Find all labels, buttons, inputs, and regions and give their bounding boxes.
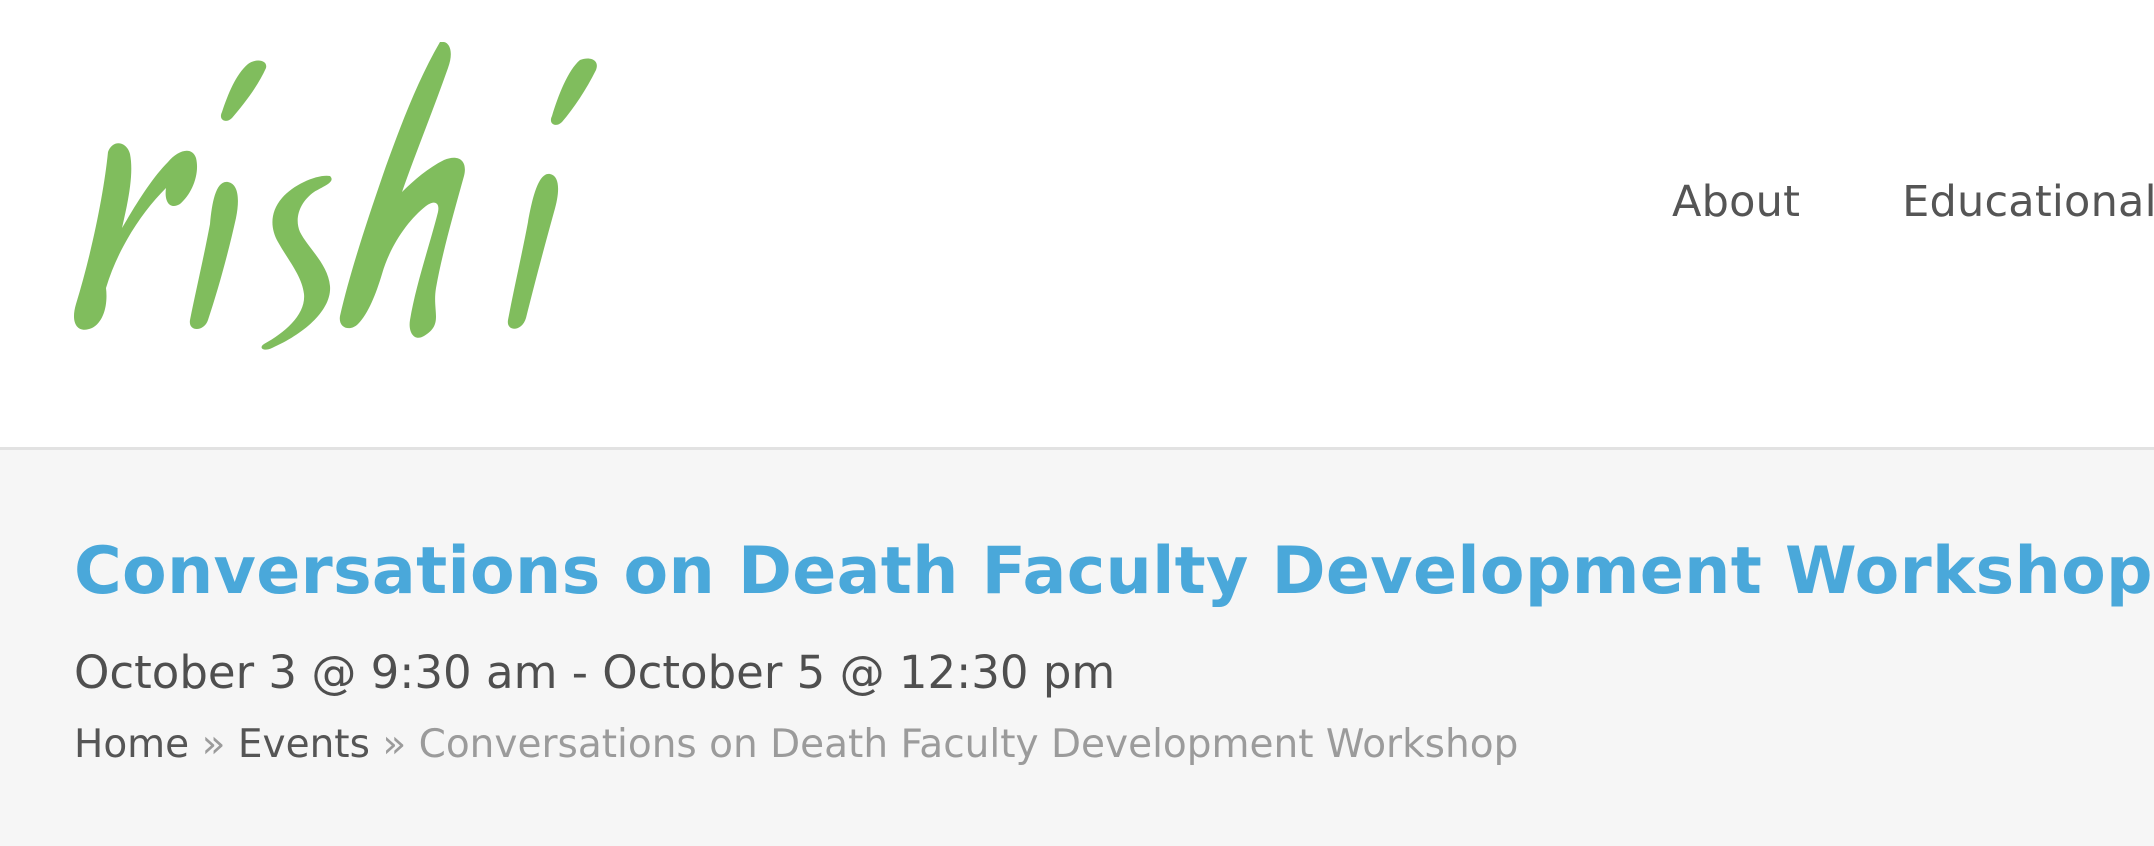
rishi-logo-graphic xyxy=(73,42,597,350)
nav-item-about[interactable]: About xyxy=(1672,177,1800,227)
site-logo[interactable] xyxy=(68,42,608,362)
breadcrumb: Home » Events » Conversations on Death F… xyxy=(74,722,1518,767)
page-title: Conversations on Death Faculty Developme… xyxy=(74,534,2153,609)
site-header: About Educational P xyxy=(0,0,2154,450)
page-title-bar: Conversations on Death Faculty Developme… xyxy=(0,450,2154,846)
event-date-range: October 3 @ 9:30 am - October 5 @ 12:30 … xyxy=(74,646,1116,699)
nav-item-educational-programs[interactable]: Educational P xyxy=(1902,177,2154,227)
breadcrumb-events[interactable]: Events xyxy=(238,722,370,767)
main-navigation: About Educational P xyxy=(1672,172,2154,232)
breadcrumb-separator: » xyxy=(382,722,407,767)
breadcrumb-separator: » xyxy=(201,722,226,767)
breadcrumb-current: Conversations on Death Faculty Developme… xyxy=(418,722,1519,767)
breadcrumb-home[interactable]: Home xyxy=(74,722,189,767)
